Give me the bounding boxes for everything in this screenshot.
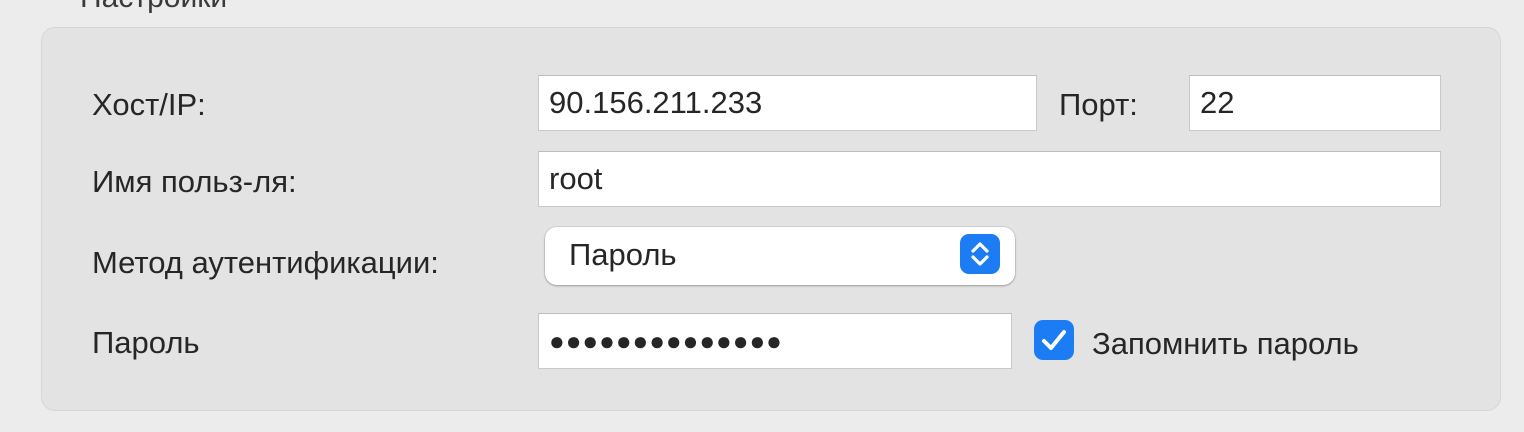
port-input[interactable]: 22 xyxy=(1189,75,1441,131)
password-label: Пароль xyxy=(92,325,200,360)
remember-password-checkbox[interactable] xyxy=(1034,320,1074,360)
password-input[interactable]: ●●●●●●●●●●●●●● xyxy=(538,313,1012,369)
up-down-chevron-icon xyxy=(960,234,1000,274)
username-label: Имя польз-ля: xyxy=(92,164,297,199)
auth-method-label: Метод аутентификации: xyxy=(92,245,439,280)
host-input[interactable]: 90.156.211.233 xyxy=(538,75,1037,131)
password-input-value: ●●●●●●●●●●●●●● xyxy=(549,326,783,356)
host-input-value: 90.156.211.233 xyxy=(549,85,763,120)
port-input-value: 22 xyxy=(1200,85,1235,120)
username-input-value: root xyxy=(549,161,603,196)
settings-section-title: Настройки xyxy=(80,0,227,18)
host-label: Хост/IP: xyxy=(92,87,206,122)
remember-password-label[interactable]: Запомнить пароль xyxy=(1092,324,1359,364)
checkmark-icon xyxy=(1042,330,1066,350)
auth-method-popup[interactable]: Пароль xyxy=(545,227,1015,285)
port-label: Порт: xyxy=(1059,87,1138,122)
auth-method-selected: Пароль xyxy=(569,237,677,272)
username-input[interactable]: root xyxy=(538,151,1441,207)
